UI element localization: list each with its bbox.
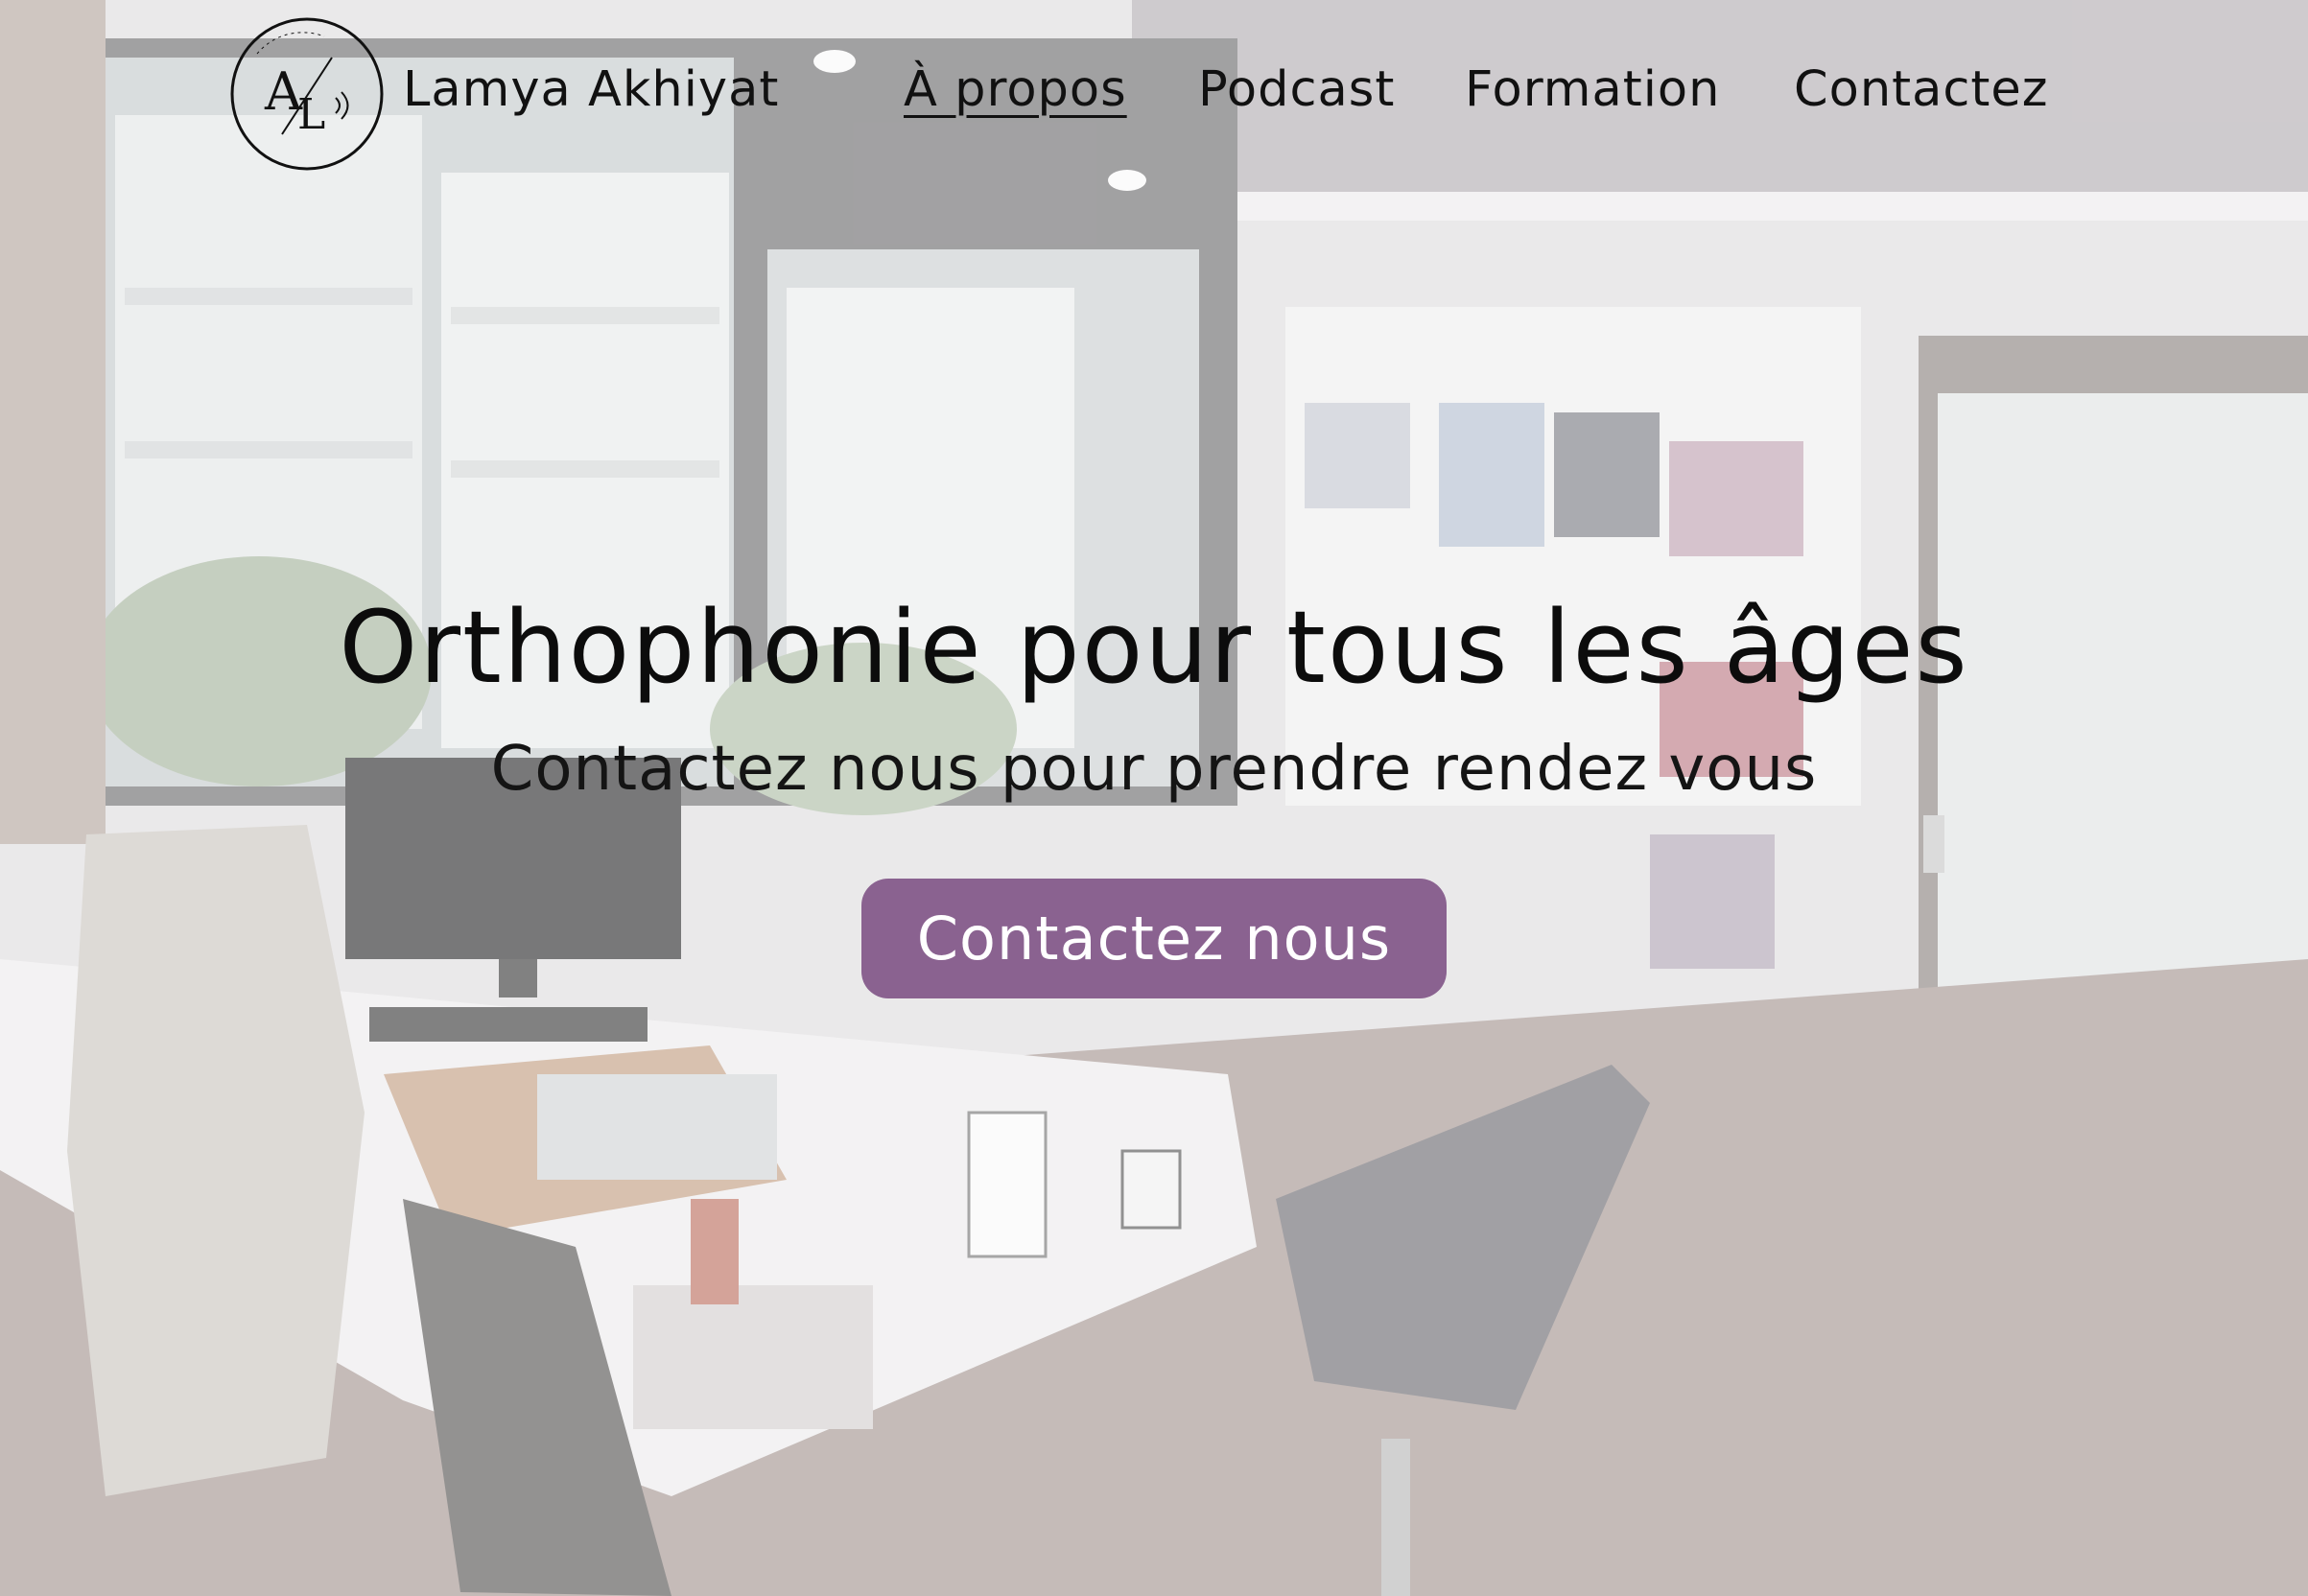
page: A L Lamya Akhiyat À propos Podcast Forma… (0, 0, 2308, 1596)
nav-item-a-propos[interactable]: À propos (904, 61, 1127, 118)
nav-item-contactez[interactable]: Contactez (1794, 61, 2049, 118)
main-nav: À propos Podcast Formation Contactez (0, 61, 2308, 129)
hero-title: Orthophonie pour tous les âges (339, 589, 1969, 706)
nav-item-podcast[interactable]: Podcast (1198, 61, 1395, 118)
contact-cta-button[interactable]: Contactez nous (861, 879, 1447, 998)
site-header: A L Lamya Akhiyat À propos Podcast Forma… (0, 0, 2308, 182)
nav-item-formation[interactable]: Formation (1465, 61, 1720, 118)
hero-subtitle: Contactez nous pour prendre rendez vous (490, 734, 1818, 805)
